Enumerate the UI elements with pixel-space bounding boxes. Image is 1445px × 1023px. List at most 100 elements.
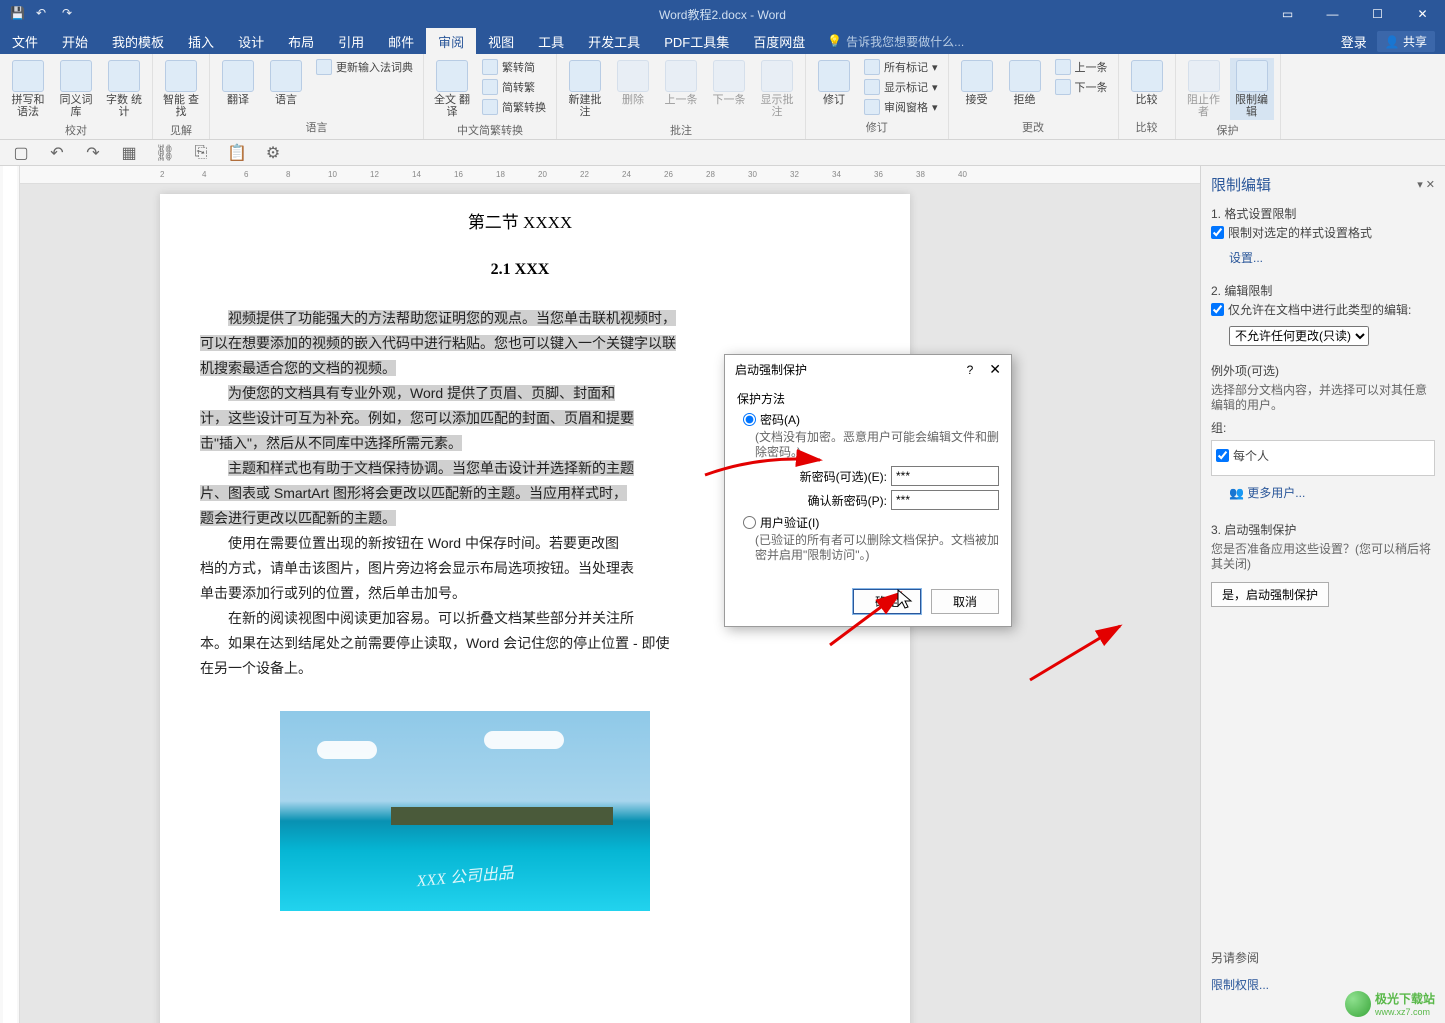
logo-icon (1345, 991, 1371, 1017)
window-title: Word教程2.docx - Word (659, 6, 786, 23)
maximize-icon[interactable]: ☐ (1355, 0, 1400, 28)
section-header: 1. 格式设置限制 (1211, 205, 1435, 222)
tab-insert[interactable]: 插入 (176, 28, 226, 54)
misc-icon[interactable]: ⚙ (264, 144, 282, 162)
edit-type-select[interactable]: 不允许任何更改(只读) (1229, 326, 1369, 346)
tab-file[interactable]: 文件 (0, 28, 50, 54)
smartlookup-button[interactable]: 智能 查找 (159, 58, 203, 120)
dialog-close-icon[interactable]: ✕ (989, 361, 1001, 378)
trad2simp-button[interactable]: 繁转简 (478, 58, 550, 76)
tab-home[interactable]: 开始 (50, 28, 100, 54)
login-link[interactable]: 登录 (1341, 32, 1367, 51)
tab-layout[interactable]: 布局 (276, 28, 326, 54)
settings-link[interactable]: 设置... (1229, 249, 1263, 266)
confirm-password-input[interactable] (891, 490, 999, 510)
paste-icon[interactable]: 📋 (228, 144, 246, 162)
undo-icon[interactable]: ↶ (36, 6, 52, 22)
tab-design[interactable]: 设计 (226, 28, 276, 54)
cloud-shape (317, 741, 377, 759)
document-scroll[interactable]: 246810121416182022242628303234363840 第二节… (20, 166, 1200, 1023)
reviewpane-dropdown[interactable]: 审阅窗格 ▾ (860, 98, 942, 116)
track-icon (818, 60, 850, 92)
confirm-password-label: 确认新密码(P): (808, 492, 887, 509)
simp2trad-button[interactable]: 简转繁 (478, 78, 550, 96)
everyone-checkbox[interactable]: 每个人 (1216, 449, 1430, 464)
edit-restrict-checkbox[interactable]: 仅允许在文档中进行此类型的编辑: (1211, 303, 1435, 318)
open-icon[interactable]: ↶ (48, 144, 66, 162)
group-label: 中文简繁转换 (430, 120, 550, 138)
translate-button[interactable]: 翻译 (216, 58, 260, 108)
showmarkup-dropdown[interactable]: 显示标记 ▾ (860, 78, 942, 96)
groups-listbox[interactable]: 每个人 (1211, 440, 1435, 476)
tab-review[interactable]: 审阅 (426, 28, 476, 54)
reject-button[interactable]: 拒绝 (1003, 58, 1047, 108)
tell-me[interactable]: 💡告诉我您想要做什么... (827, 33, 964, 50)
thesaurus-button[interactable]: 同义词库 (54, 58, 98, 120)
save-icon[interactable]: 💾 (10, 6, 26, 22)
userauth-radio[interactable]: 用户验证(I) (743, 514, 999, 531)
restrictedit-button[interactable]: 限制编辑 (1230, 58, 1274, 120)
format-restrict-checkbox[interactable]: 限制对选定的样式设置格式 (1211, 226, 1435, 241)
tab-developer[interactable]: 开发工具 (576, 28, 652, 54)
wordcount-button[interactable]: 字数 统计 (102, 58, 146, 120)
spelling-button[interactable]: 拼写和语法 (6, 58, 50, 120)
compare-button[interactable]: 比较 (1125, 58, 1169, 108)
fulltranslate-button[interactable]: 全文 翻译 (430, 58, 474, 120)
tab-references[interactable]: 引用 (326, 28, 376, 54)
enforce-protection-button[interactable]: 是，启动强制保护 (1211, 582, 1329, 607)
pane-icon (864, 99, 880, 115)
blockauthors-button[interactable]: 阻止作者 (1182, 58, 1226, 120)
ribbon-options-icon[interactable]: ▭ (1265, 0, 1310, 28)
ok-button[interactable]: 确定 (853, 589, 921, 614)
tab-mailings[interactable]: 邮件 (376, 28, 426, 54)
tab-pdf[interactable]: PDF工具集 (652, 28, 741, 54)
password-radio[interactable]: 密码(A) (743, 411, 999, 428)
new-password-input[interactable] (891, 466, 999, 486)
confirm-password-field: 确认新密码(P): (737, 490, 999, 510)
newcomment-button[interactable]: 新建批注 (563, 58, 607, 120)
group-label: 校对 (6, 120, 146, 138)
new-password-label: 新密码(可选)(E): (800, 468, 887, 485)
close-icon[interactable]: ✕ (1400, 0, 1445, 28)
tab-mytemplates[interactable]: 我的模板 (100, 28, 176, 54)
language-button[interactable]: 语言 (264, 58, 308, 108)
more-users-link[interactable]: 👥 更多用户... (1229, 484, 1305, 501)
link-icon[interactable]: ⛓ (156, 144, 174, 162)
document-image[interactable]: XXX 公司出品 (280, 711, 650, 911)
trackchanges-button[interactable]: 修订 (812, 58, 856, 108)
restrict-permission-link[interactable]: 限制权限... (1211, 976, 1269, 993)
translate-icon (222, 60, 254, 92)
convert-button[interactable]: 简繁转换 (478, 98, 550, 116)
showcomments-button[interactable]: 显示批注 (755, 58, 799, 120)
new-icon[interactable]: ▢ (12, 144, 30, 162)
redo-icon[interactable]: ↷ (62, 6, 78, 22)
copy-icon[interactable]: ⎘ (192, 144, 210, 162)
accept-button[interactable]: 接受 (955, 58, 999, 108)
tab-baidu[interactable]: 百度网盘 (741, 28, 817, 54)
nextcomment-button[interactable]: 下一条 (707, 58, 751, 108)
tab-tools[interactable]: 工具 (526, 28, 576, 54)
minimize-icon[interactable]: — (1310, 0, 1355, 28)
markup-dropdown[interactable]: 所有标记 ▾ (860, 58, 942, 76)
grid-icon[interactable]: ▦ (120, 144, 138, 162)
delete-icon (617, 60, 649, 92)
cancel-button[interactable]: 取消 (931, 589, 999, 614)
tab-view[interactable]: 视图 (476, 28, 526, 54)
nextchange-button[interactable]: 下一条 (1051, 78, 1112, 96)
prevchange-button[interactable]: 上一条 (1051, 58, 1112, 76)
help-icon[interactable]: ? (967, 363, 974, 377)
new-password-field: 新密码(可选)(E): (737, 466, 999, 486)
redo2-icon[interactable]: ↷ (84, 144, 102, 162)
pane-close-icon[interactable]: ▾ ✕ (1417, 178, 1435, 191)
enforce-desc: 您是否准备应用这些设置？(您可以稍后将其关闭) (1211, 542, 1435, 572)
ribbon: 拼写和语法 同义词库 字数 统计 校对 智能 查找 见解 翻译 语言 更新输入法… (0, 54, 1445, 140)
prevcomment-button[interactable]: 上一条 (659, 58, 703, 108)
t2s-icon (482, 79, 498, 95)
deletecomment-button[interactable]: 删除 (611, 58, 655, 108)
share-button[interactable]: 👤 共享 (1377, 31, 1435, 52)
update-ime-button[interactable]: 更新输入法词典 (312, 58, 417, 76)
prev-icon (665, 60, 697, 92)
dialog-titlebar[interactable]: 启动强制保护 ? ✕ (725, 355, 1011, 384)
group-label: 见解 (159, 120, 203, 138)
quick-access-toolbar: 💾 ↶ ↷ (10, 6, 78, 22)
